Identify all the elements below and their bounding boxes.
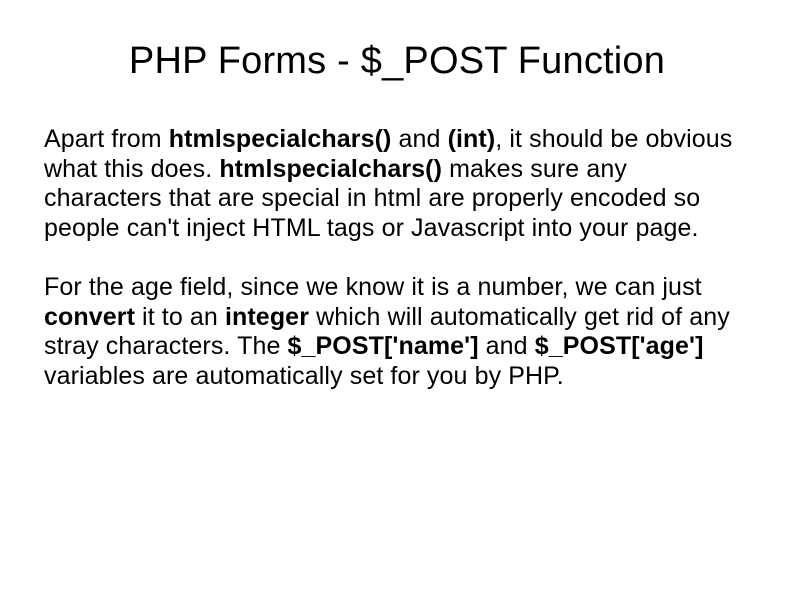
code-post-name: $_POST['name'] bbox=[288, 332, 479, 360]
text: and bbox=[479, 332, 535, 360]
bold-convert: convert bbox=[44, 303, 135, 331]
text: For the age field, since we know it is a… bbox=[44, 273, 702, 301]
text: variables are automatically set for you … bbox=[44, 362, 564, 390]
code-htmlspecialchars: htmlspecialchars() bbox=[219, 155, 442, 183]
code-int-cast: (int) bbox=[448, 125, 496, 153]
slide-title: PHP Forms - $_POST Function bbox=[44, 40, 750, 83]
paragraph-2: For the age field, since we know it is a… bbox=[44, 273, 750, 391]
bold-integer: integer bbox=[225, 303, 309, 331]
code-post-age: $_POST['age'] bbox=[535, 332, 704, 360]
code-htmlspecialchars: htmlspecialchars() bbox=[169, 125, 392, 153]
paragraph-1: Apart from htmlspecialchars() and (int),… bbox=[44, 125, 750, 243]
text: it to an bbox=[135, 303, 225, 331]
text: and bbox=[391, 125, 447, 153]
text: Apart from bbox=[44, 125, 169, 153]
